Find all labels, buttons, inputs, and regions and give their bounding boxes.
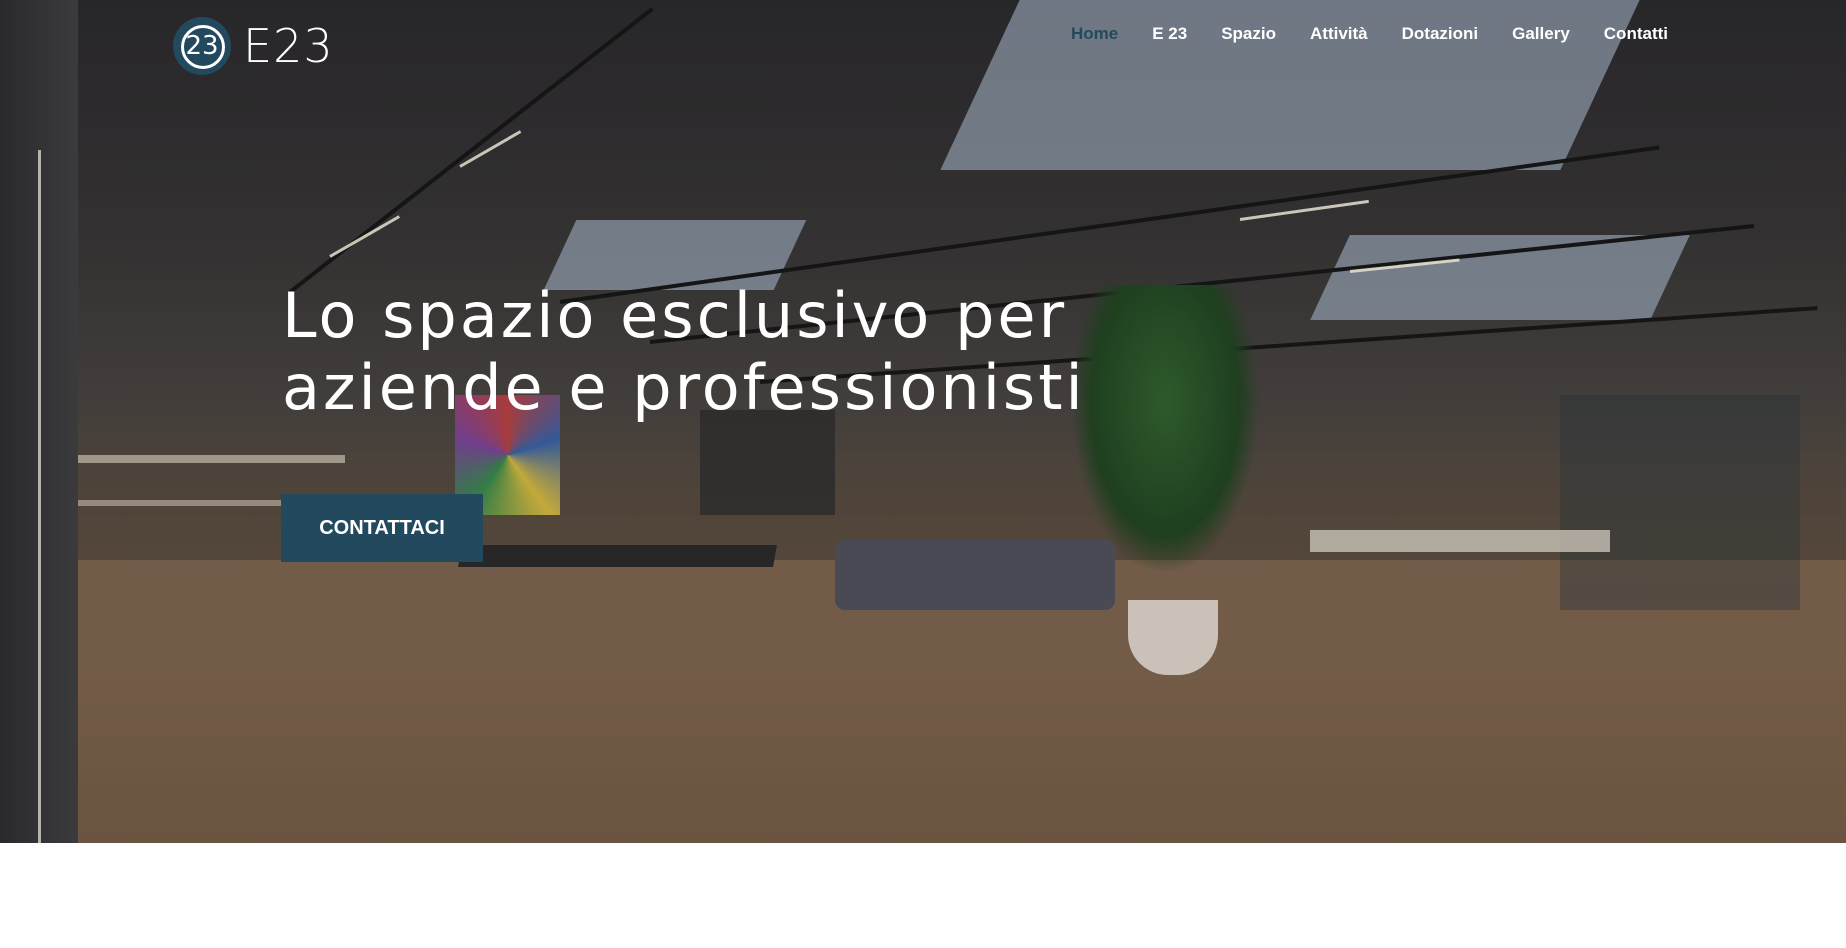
nav-item-attivita[interactable]: Attività [1310, 24, 1368, 44]
hero-headline-line-1: Lo spazio esclusivo per [282, 279, 1068, 352]
logo-mark-text: 23 [185, 31, 219, 61]
city-painting [700, 410, 835, 515]
contact-button[interactable]: CONTATTACI [281, 494, 483, 562]
bar-shelf [75, 455, 345, 463]
logo-icon: 23 [173, 17, 231, 75]
glass-partition [1560, 395, 1800, 610]
hero-headline-line-2: aziende e professionisti [282, 351, 1086, 424]
site-logo[interactable]: 23 E23 [173, 16, 334, 76]
plant-pot [1128, 600, 1218, 675]
ceiling-light [329, 215, 401, 258]
main-nav: Home E 23 Spazio Attività Dotazioni Gall… [1071, 24, 1668, 44]
nav-item-e23[interactable]: E 23 [1152, 24, 1187, 44]
nav-item-gallery[interactable]: Gallery [1512, 24, 1570, 44]
hero-section: 23 E23 Home E 23 Spazio Attività Dotazio… [0, 0, 1846, 843]
nav-item-contatti[interactable]: Contatti [1604, 24, 1668, 44]
left-wall [0, 0, 78, 843]
nav-item-dotazioni[interactable]: Dotazioni [1402, 24, 1479, 44]
skylight [1310, 235, 1690, 320]
hero-headline: Lo spazio esclusivo per aziende e profes… [282, 280, 1182, 424]
logo-text: E23 [243, 19, 334, 73]
nav-item-home[interactable]: Home [1071, 24, 1118, 44]
dining-table [458, 545, 777, 567]
nav-item-spazio[interactable]: Spazio [1221, 24, 1276, 44]
pool-table [1310, 530, 1610, 552]
